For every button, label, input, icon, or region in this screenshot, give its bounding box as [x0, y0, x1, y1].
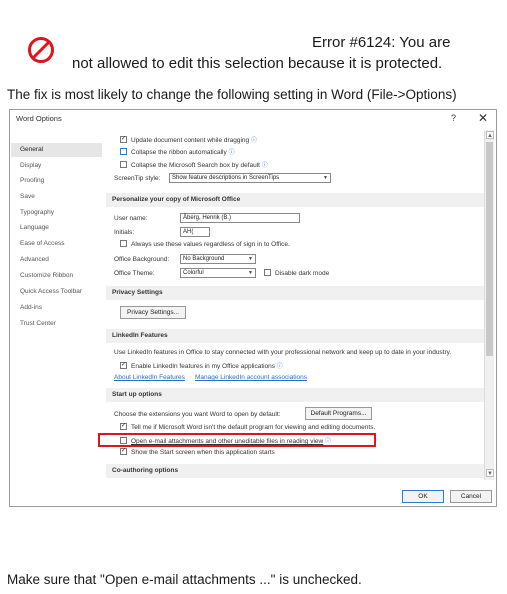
username-label: User name: [114, 215, 148, 222]
collapse-search-label: Collapse the Microsoft Search box by def… [131, 162, 260, 169]
fix-instruction: The fix is most likely to change the fol… [7, 87, 457, 102]
update-content-checkbox[interactable] [120, 135, 127, 143]
username-field[interactable]: Åberg, Henrik (B.) [180, 213, 300, 223]
sidebar-item-language[interactable]: Language [11, 221, 102, 235]
collapse-ribbon-label: Collapse the ribbon automatically [131, 149, 227, 156]
always-use-option[interactable]: Always use these values regardless of si… [120, 240, 290, 249]
privacy-settings-button[interactable]: Privacy Settings... [120, 306, 186, 319]
info-icon: ⓘ [276, 364, 283, 370]
sidebar-item-general[interactable]: General [11, 143, 102, 157]
screentip-value: Show feature descriptions in ScreenTips [172, 175, 280, 181]
options-sidebar: General Display Proofing Save Typography… [11, 130, 102, 480]
word-options-dialog: Word Options ? ✕ General Display Proofin… [9, 109, 497, 507]
scroll-up-icon[interactable]: ▲ [486, 131, 494, 139]
screentip-label: ScreenTip style: [114, 175, 161, 182]
startup-header: Start up options [106, 388, 484, 402]
info-icon: ⓘ [228, 150, 235, 156]
choose-extensions-label: Choose the extensions you want Word to o… [114, 411, 281, 418]
help-button[interactable]: ? [451, 113, 456, 123]
disable-dark-label: Disable dark mode [275, 270, 330, 278]
theme-label: Office Theme: [114, 270, 155, 277]
disable-dark-option[interactable]: Disable dark mode [264, 269, 330, 278]
initials-field[interactable]: AH( [180, 227, 210, 237]
sidebar-item-ease-of-access[interactable]: Ease of Access [11, 237, 102, 251]
manage-linkedin-link[interactable]: Manage LinkedIn account associations [195, 374, 307, 381]
linkedin-description: Use LinkedIn features in Office to stay … [114, 349, 452, 356]
update-content-option[interactable]: Update document content while dragging ⓘ [120, 135, 257, 144]
background-select[interactable]: No Background ▼ [180, 254, 256, 264]
collapse-ribbon-checkbox[interactable] [120, 147, 127, 155]
error-message-line2: not allowed to edit this selection becau… [72, 55, 443, 72]
theme-select[interactable]: Colorful ▼ [180, 268, 256, 278]
linkedin-enable-option[interactable]: Enable LinkedIn features in my Office ap… [120, 361, 283, 370]
tell-me-option[interactable]: Tell me if Microsoft Word isn't the defa… [120, 423, 376, 432]
screentip-select[interactable]: Show feature descriptions in ScreenTips ▼ [169, 173, 331, 183]
always-use-checkbox[interactable] [120, 240, 127, 247]
scrollbar-thumb[interactable] [486, 142, 493, 356]
tell-me-checkbox[interactable] [120, 423, 127, 430]
cancel-button[interactable]: Cancel [450, 490, 492, 503]
info-icon: ⓘ [261, 163, 268, 169]
dialog-title: Word Options [16, 114, 62, 123]
vertical-scrollbar[interactable]: ▲ ▼ [484, 130, 494, 480]
coauthoring-header: Co-authoring options [106, 464, 484, 478]
sidebar-item-quick-access-toolbar[interactable]: Quick Access Toolbar [11, 285, 102, 299]
theme-value: Colorful [183, 270, 204, 276]
sidebar-item-save[interactable]: Save [11, 190, 102, 204]
show-start-screen-label: Show the Start screen when this applicat… [131, 449, 275, 457]
ok-button[interactable]: OK [402, 490, 444, 503]
disable-dark-checkbox[interactable] [264, 269, 271, 276]
sidebar-item-trust-center[interactable]: Trust Center [11, 317, 102, 331]
default-programs-button[interactable]: Default Programs... [305, 407, 372, 420]
linkedin-header: LinkedIn Features [106, 329, 484, 343]
scroll-down-icon[interactable]: ▼ [486, 469, 494, 477]
chevron-down-icon: ▼ [248, 270, 253, 276]
options-content: Update document content while dragging ⓘ… [106, 130, 484, 480]
chevron-down-icon: ▼ [248, 256, 253, 262]
collapse-search-option[interactable]: Collapse the Microsoft Search box by def… [120, 160, 268, 169]
update-content-label: Update document content while dragging [131, 137, 250, 144]
privacy-header: Privacy Settings [106, 286, 484, 300]
about-linkedin-link[interactable]: About LinkedIn Features [114, 374, 185, 381]
sidebar-item-typography[interactable]: Typography [11, 206, 102, 220]
close-icon[interactable]: ✕ [478, 111, 488, 125]
tell-me-label: Tell me if Microsoft Word isn't the defa… [131, 424, 376, 432]
collapse-search-checkbox[interactable] [120, 160, 127, 168]
initials-label: Initials: [114, 229, 135, 236]
show-start-screen-checkbox[interactable] [120, 448, 127, 455]
show-start-screen-option[interactable]: Show the Start screen when this applicat… [120, 448, 275, 457]
linkedin-enable-checkbox[interactable] [120, 361, 127, 369]
sidebar-item-customize-ribbon[interactable]: Customize Ribbon [11, 269, 102, 283]
sidebar-item-proofing[interactable]: Proofing [11, 174, 102, 188]
personalize-header: Personalize your copy of Microsoft Offic… [106, 193, 484, 207]
prohibited-icon [28, 37, 54, 63]
highlight-box [98, 433, 376, 447]
error-message-line1: Error #6124: You are [312, 34, 451, 51]
info-icon: ⓘ [250, 138, 257, 144]
bottom-instruction: Make sure that "Open e-mail attachments … [7, 572, 362, 587]
background-value: No Background [183, 256, 225, 262]
sidebar-item-display[interactable]: Display [11, 159, 102, 173]
chevron-down-icon: ▼ [323, 175, 328, 181]
linkedin-enable-label: Enable LinkedIn features in my Office ap… [131, 363, 276, 370]
collapse-ribbon-option[interactable]: Collapse the ribbon automatically ⓘ [120, 147, 235, 156]
sidebar-item-add-ins[interactable]: Add-ins [11, 301, 102, 315]
sidebar-item-advanced[interactable]: Advanced [11, 253, 102, 267]
dialog-titlebar: Word Options ? ✕ [10, 110, 496, 130]
always-use-label: Always use these values regardless of si… [131, 241, 290, 249]
background-label: Office Background: [114, 256, 170, 263]
